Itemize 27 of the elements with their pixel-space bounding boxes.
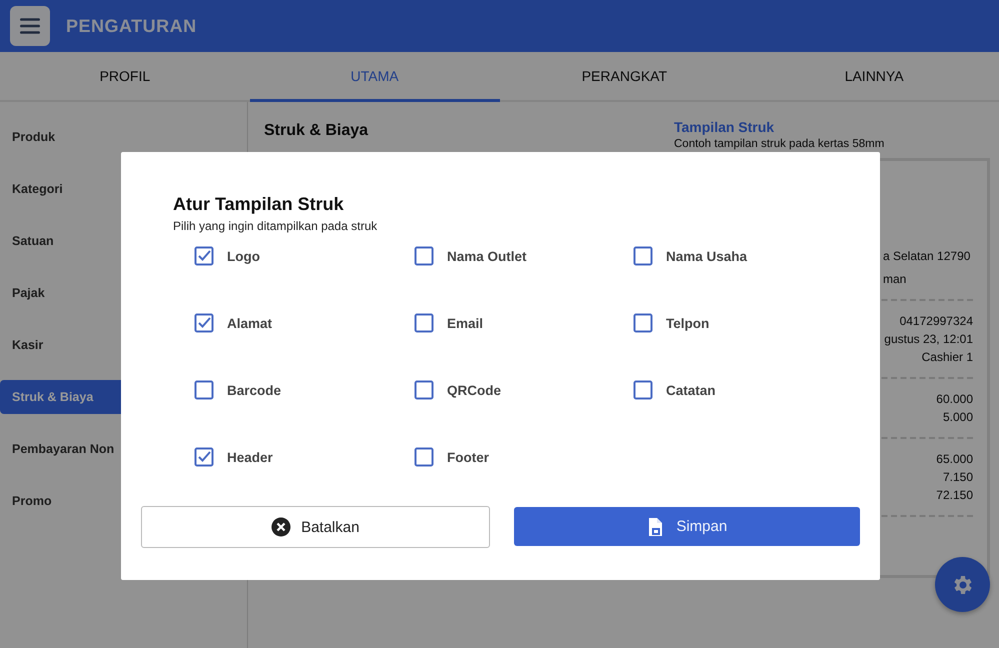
dialog-title: Atur Tampilan Struk: [173, 194, 345, 215]
receipt-text: a Selatan 12790: [883, 248, 970, 265]
page-title: PENGATURAN: [66, 16, 197, 36]
option-label: QRCode: [447, 382, 501, 398]
option-label: Header: [227, 450, 273, 464]
dialog-subtitle: Pilih yang ingin ditampilkan pada struk: [173, 219, 378, 233]
option-label: Alamat: [227, 316, 272, 330]
receipt-text: 60.000: [936, 391, 973, 408]
receipt-text: 65.000: [936, 451, 973, 468]
section-title: Struk & Biaya: [264, 122, 370, 140]
option-label: Barcode: [227, 382, 282, 398]
preview-subtitle: Contoh tampilan struk pada kertas 58mm: [674, 138, 886, 150]
option-label: Telpon: [666, 316, 710, 330]
option-label: Footer: [447, 450, 489, 464]
receipt-text: man: [883, 271, 906, 288]
receipt-text: 5.000: [942, 409, 973, 426]
receipt-text: 72.150: [936, 487, 973, 504]
option-label: Nama Usaha: [666, 248, 748, 264]
receipt-text: 7.150: [942, 469, 973, 486]
option-label: Email: [447, 316, 484, 330]
receipt-text: gustus 23, 12:01: [884, 331, 973, 348]
preview-title: Tampilan Struk: [674, 119, 776, 135]
option-label: Nama Outlet: [447, 248, 527, 264]
option-label: Catatan: [666, 382, 716, 398]
receipt-text: 04172997324: [900, 313, 973, 330]
option-label: Logo: [227, 248, 260, 264]
receipt-text: Cashier 1: [922, 349, 973, 366]
